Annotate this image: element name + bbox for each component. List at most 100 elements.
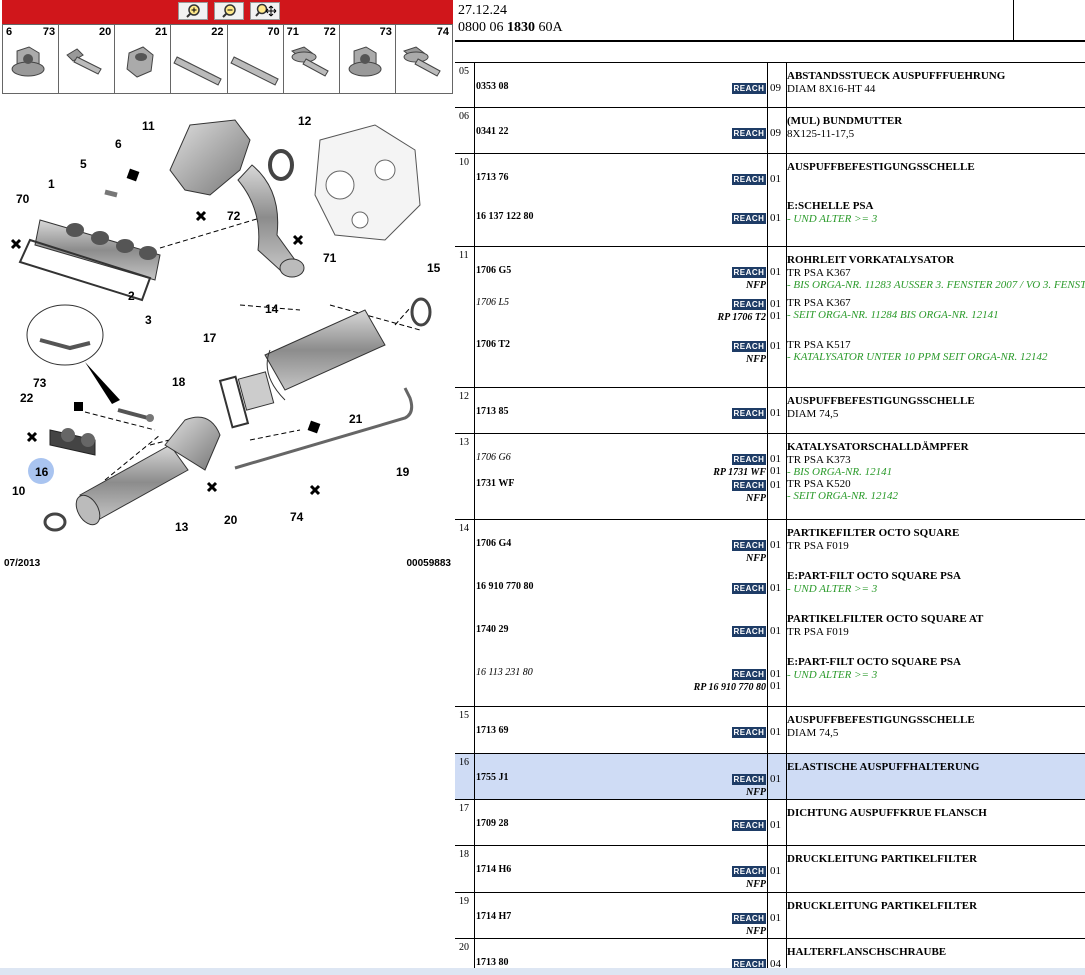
part-number[interactable]: 16 910 770 80 <box>476 581 534 592</box>
part-row[interactable]: 1714 H7 REACH 01 NFP DRUCKLEITUNG PARTIKELFI… <box>476 900 1085 937</box>
part-number[interactable]: 16 113 231 80 <box>476 667 533 678</box>
part-number[interactable]: 16 137 122 80 <box>476 211 534 222</box>
part-number[interactable]: 1706 G6 <box>476 452 511 463</box>
zoom-out-button[interactable] <box>214 2 244 20</box>
part-number[interactable]: 1713 69 <box>476 725 509 736</box>
part-number[interactable]: 1709 28 <box>476 818 509 829</box>
callout-70[interactable]: 70 <box>16 192 30 206</box>
parts-list-panel: 27.12.24 0800 06 1830 60A 05 0353 08 REACH… <box>455 0 1085 975</box>
header-code: 0800 06 1830 60A <box>458 20 563 36</box>
part-number[interactable]: 0353 08 <box>476 81 509 92</box>
reach-badge: REACH <box>732 583 766 594</box>
callout-17[interactable]: 17 <box>203 331 217 345</box>
part-group-10[interactable]: 10 1713 76 REACH 01 AUSPUFFBEFESTIGUNGSSCHEL… <box>455 154 1085 247</box>
part-group-18[interactable]: 18 1714 H6 REACH 01 NFP DRUCKLEITUNG PARTIKEL… <box>455 846 1085 893</box>
thumbnail-part-4[interactable]: 70 <box>228 25 284 93</box>
callout-74[interactable]: 74 <box>290 510 304 524</box>
part-group-06[interactable]: 06 0341 22 REACH 09 (MUL) BUNDMUTTER 8X125-11… <box>455 108 1085 154</box>
part-group-19[interactable]: 19 1714 H7 REACH 01 NFP DRUCKLEITUNG PARTIKEL… <box>455 893 1085 939</box>
callout-13[interactable]: 13 <box>175 520 189 534</box>
quantity: 01 <box>770 407 781 419</box>
callout-6[interactable]: 6 <box>115 137 122 151</box>
part-number[interactable]: 1755 J1 <box>476 772 509 783</box>
callout-71[interactable]: 71 <box>323 251 337 265</box>
callout-21[interactable]: 21 <box>349 412 363 426</box>
callout-16[interactable]: 16 <box>35 465 49 479</box>
callout-1[interactable]: 1 <box>48 177 55 191</box>
part-title: DRUCKLEITUNG PARTIKELFILTER <box>787 900 978 912</box>
callout-5[interactable]: 5 <box>80 157 87 171</box>
part-row[interactable]: 1706 G6 REACH 01 01 RP 1731 WF KATALYSATORSCH… <box>476 441 1085 478</box>
part-row[interactable]: 0341 22 REACH 09 (MUL) BUNDMUTTER 8X125-11-1… <box>476 115 1085 140</box>
callout-73[interactable]: 73 <box>33 376 47 390</box>
part-row[interactable]: 1755 J1 REACH 01 NFP ELASTISCHE AUSPUFFHALTE… <box>476 761 1085 798</box>
zoom-in-button[interactable] <box>178 2 208 20</box>
callout-19[interactable]: 19 <box>396 465 410 479</box>
part-group-13[interactable]: 13 1706 G6 REACH 01 01 RP 1731 WF KATALYSATORS… <box>455 434 1085 520</box>
callout-14[interactable]: 14 <box>265 302 279 316</box>
part-row[interactable]: 1706 T2 REACH 01 NFP TR PSA K517- KATALYSATO… <box>476 339 1085 365</box>
callout-3[interactable]: 3 <box>145 313 152 327</box>
thumbnail-part-3[interactable]: 22 <box>171 25 228 93</box>
group-number: 19 <box>459 896 469 907</box>
part-title: (MUL) BUNDMUTTER <box>787 115 903 127</box>
part-row[interactable]: 16 137 122 80 REACH 01 E:SCHELLE PSA - UND A… <box>476 200 1085 225</box>
part-row[interactable]: 16 113 231 80 REACH 01 01 RP 16 910 770 80 E:… <box>476 656 1085 693</box>
callout-12[interactable]: 12 <box>298 114 312 128</box>
thumbnail-part-2[interactable]: 21 <box>115 25 172 93</box>
callout-10[interactable]: 10 <box>12 484 26 498</box>
part-number[interactable]: 1713 76 <box>476 172 509 183</box>
callout-72[interactable]: 72 <box>227 209 241 223</box>
quantity: 01 <box>770 478 781 491</box>
part-number[interactable]: 1706 G4 <box>476 538 511 549</box>
part-number[interactable]: 1713 85 <box>476 406 509 417</box>
part-row[interactable]: 1740 29 REACH 01 PARTIKELFILTER OCTO SQUARE… <box>476 613 1085 638</box>
part-row[interactable]: 1709 28 REACH 01 DICHTUNG AUSPUFFKRUE FLANS… <box>476 807 1085 831</box>
part-title: ROHRLEIT VORKATALYSATOR <box>787 254 955 266</box>
thumbnail-part-7[interactable]: 74 <box>396 25 452 93</box>
part-row[interactable]: 1731 WF REACH 01 NFP TR PSA K520- SEIT ORGA-… <box>476 478 1085 504</box>
part-row[interactable]: 1706 L5 REACH 01 01 RP 1706 T2 TR PSA K367- S… <box>476 297 1085 323</box>
callout-11[interactable]: 11 <box>142 119 155 133</box>
exhaust-exploded-diagram: 11 12 6 5 1 70 72 71 23 15 14 17 73 18 22 16 21 19 10 13 20 7… <box>10 114 441 534</box>
quantity: 01 <box>770 773 781 785</box>
callout-18[interactable]: 18 <box>172 375 186 389</box>
part-row[interactable]: 1706 G5 REACH 01 NFP ROHRLEIT VORKATALYSATOR… <box>476 254 1085 291</box>
part-group-05[interactable]: 05 0353 08 REACH 09 ABSTANDSSTUECK AUSPUFFFU… <box>455 63 1085 108</box>
part-group-12[interactable]: 12 1713 85 REACH 01 AUSPUFFBEFESTIGUNGSSCHEL… <box>455 388 1085 434</box>
callout-15[interactable]: 15 <box>427 261 441 275</box>
callout-2[interactable]: 2 <box>128 289 135 303</box>
part-number[interactable]: 1706 L5 <box>476 297 509 308</box>
zoom-fit-button[interactable] <box>250 2 280 20</box>
part-number[interactable]: 1731 WF <box>476 478 514 489</box>
part-number[interactable]: 1713 80 <box>476 957 509 968</box>
part-row[interactable]: 1713 85 REACH 01 AUSPUFFBEFESTIGUNGSSCHELLE… <box>476 395 1085 420</box>
part-number[interactable]: 1706 G5 <box>476 265 511 276</box>
part-number[interactable]: 0341 22 <box>476 126 509 137</box>
thumbnail-part-1[interactable]: 20 <box>59 25 116 93</box>
part-group-14[interactable]: 14 1706 G4 REACH 01 NFP PARTIKEFILTER OCTO SQ… <box>455 520 1085 707</box>
part-number[interactable]: 1714 H6 <box>476 864 511 875</box>
part-row[interactable]: 0353 08 REACH 09 ABSTANDSSTUECK AUSPUFFFUEH… <box>476 70 1085 95</box>
part-row[interactable]: 1713 76 REACH 01 AUSPUFFBEFESTIGUNGSSCHELLE <box>476 161 1085 185</box>
thumbnail-part-5[interactable]: 71 72 <box>284 25 340 93</box>
part-group-15[interactable]: 15 1713 69 REACH 01 AUSPUFFBEFESTIGUNGSSCHEL… <box>455 707 1085 754</box>
thumbnail-part-6[interactable]: 73 <box>340 25 396 93</box>
part-row[interactable]: 1714 H6 REACH 01 NFP DRUCKLEITUNG PARTIKELFI… <box>476 853 1085 890</box>
part-row[interactable]: 1706 G4 REACH 01 NFP PARTIKEFILTER OCTO SQUA… <box>476 527 1085 564</box>
part-row[interactable]: 16 910 770 80 REACH 01 E:PART-FILT OCTO SQU… <box>476 570 1085 595</box>
callout-22[interactable]: 22 <box>20 391 34 405</box>
part-title: AUSPUFFBEFESTIGUNGSSCHELLE <box>787 714 975 726</box>
part-row[interactable]: 1713 69 REACH 01 AUSPUFFBEFESTIGUNGSSCHELLE… <box>476 714 1085 739</box>
part-group-17[interactable]: 17 1709 28 REACH 01 DICHTUNG AUSPUFFKRUE FLA… <box>455 800 1085 846</box>
part-number[interactable]: 1714 H7 <box>476 911 511 922</box>
part-title: E:SCHELLE PSA <box>787 200 874 212</box>
flange-bolt-icon <box>290 46 329 77</box>
part-row[interactable]: 1713 80 REACH 04 HALTERFLANSCHSCHRAUBE <box>476 946 1085 970</box>
part-number[interactable]: 1740 29 <box>476 624 509 635</box>
part-number[interactable]: 1706 T2 <box>476 339 510 350</box>
thumbnail-part-0[interactable]: 6 73 <box>3 25 60 93</box>
part-group-16[interactable]: 16 1755 J1 REACH 01 NFP ELASTISCHE AUSPUFFHAL… <box>455 754 1085 800</box>
part-group-11[interactable]: 11 1706 G5 REACH 01 NFP ROHRLEIT VORKATALYSAT… <box>455 247 1085 388</box>
callout-20[interactable]: 20 <box>224 513 238 527</box>
